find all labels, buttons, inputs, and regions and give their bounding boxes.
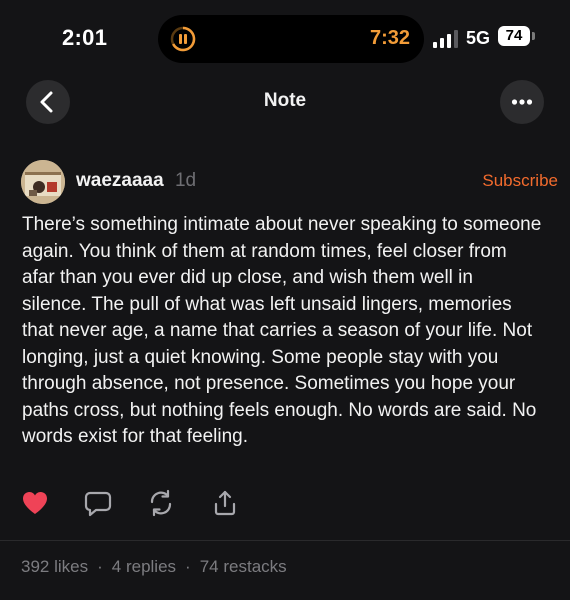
post-body: There’s something intimate about never s… <box>22 214 542 447</box>
author-row: waezaaaa 1d <box>76 170 196 192</box>
comment-icon <box>84 491 112 517</box>
more-options-button[interactable] <box>500 80 544 124</box>
stats-separator: · <box>185 557 191 576</box>
reply-button[interactable] <box>83 488 113 518</box>
battery-level: 74 <box>498 26 530 46</box>
battery-icon <box>532 32 535 40</box>
stats-separator: · <box>97 557 103 576</box>
status-time: 2:01 <box>62 25 108 50</box>
author-name[interactable]: waezaaaa <box>76 170 164 191</box>
signal-icon <box>433 30 458 48</box>
replies-count[interactable]: 4 replies <box>112 557 176 576</box>
restack-button[interactable] <box>146 488 176 518</box>
pause-icon <box>170 26 196 52</box>
divider <box>0 540 570 541</box>
ellipsis-icon <box>511 99 533 105</box>
dynamic-island[interactable]: 7:32 <box>158 15 424 63</box>
likes-count[interactable]: 392 likes <box>21 557 88 576</box>
avatar-image <box>21 160 65 204</box>
subscribe-button[interactable]: Subscribe <box>482 171 558 191</box>
activity-time: 7:32 <box>369 27 410 49</box>
restacks-count[interactable]: 74 restacks <box>200 557 287 576</box>
restack-icon <box>150 489 172 517</box>
page-title: Note <box>263 90 307 111</box>
like-button[interactable] <box>20 488 50 518</box>
heart-icon <box>23 492 47 514</box>
share-icon <box>214 490 236 516</box>
share-button[interactable] <box>210 488 240 518</box>
post-timestamp: 1d <box>174 170 197 191</box>
post-stats: 392 likes · 4 replies · 74 restacks <box>21 557 287 577</box>
network-type: 5G <box>466 28 491 48</box>
avatar[interactable] <box>21 160 65 204</box>
